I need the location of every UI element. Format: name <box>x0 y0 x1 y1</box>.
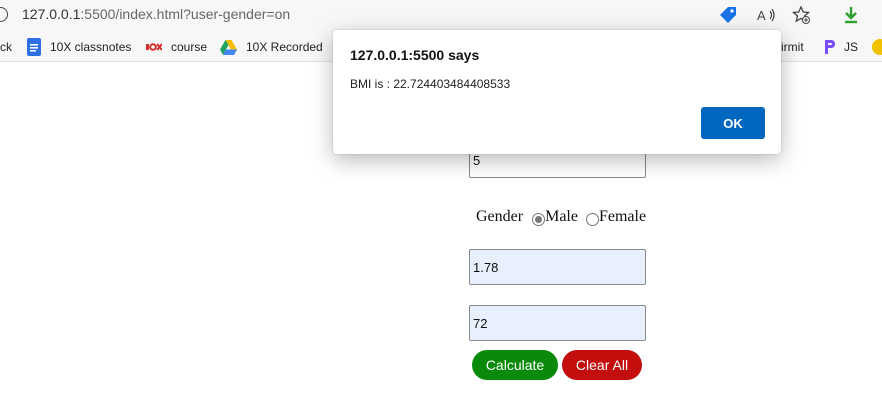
dialog-message: BMI is : 22.724403484408533 <box>350 77 511 91</box>
download-icon[interactable] <box>840 4 862 26</box>
male-radio[interactable] <box>532 213 546 226</box>
height-input[interactable] <box>469 249 646 285</box>
google-docs-icon <box>27 38 41 56</box>
bookmark-label: ck <box>0 40 12 54</box>
ok-button[interactable]: OK <box>701 107 765 139</box>
alert-dialog: 127.0.0.1:5500 says BMI is : 22.72440348… <box>333 30 781 154</box>
bookmark-label: irmit <box>781 40 804 54</box>
calculate-button[interactable]: Calculate <box>472 350 558 380</box>
address-bar: 127.0.0.1:5500/index.html?user-gender=on… <box>0 0 882 30</box>
bookmark-truncated-left[interactable]: ck <box>0 38 12 56</box>
js-icon <box>823 39 835 55</box>
course-logo-icon <box>146 42 162 52</box>
bookmark-10x-classnotes[interactable]: 10X classnotes <box>27 38 131 56</box>
male-label: Male <box>545 208 578 225</box>
bookmark-course[interactable]: course <box>146 38 207 56</box>
bookmark-label: course <box>171 40 208 54</box>
bookmark-js[interactable]: JS <box>823 38 858 56</box>
bookmark-label: 10X Recorded <box>246 40 323 54</box>
dialog-title: 127.0.0.1:5500 says <box>350 47 480 63</box>
gender-group: Gender Male Female <box>476 208 646 232</box>
female-label: Female <box>598 208 647 225</box>
female-radio[interactable] <box>585 213 599 226</box>
url-field[interactable]: 127.0.0.1:5500/index.html?user-gender=on <box>22 6 290 22</box>
svg-text:A: A <box>757 8 766 23</box>
bookmark-label: 10X classnotes <box>50 40 132 54</box>
favorite-star-icon[interactable] <box>790 4 812 26</box>
bookmark-10x-recorded[interactable]: 10X Recorded <box>220 38 323 56</box>
gender-label: Gender <box>476 208 524 225</box>
bookmark-truncated-right[interactable]: irmit <box>781 38 804 56</box>
google-drive-icon <box>220 39 237 55</box>
tag-icon[interactable] <box>718 4 738 26</box>
weight-input[interactable] <box>469 305 646 341</box>
site-info-icon[interactable] <box>0 7 8 22</box>
profile-bookmark-icon[interactable] <box>872 39 882 55</box>
url-host: 127.0.0.1 <box>22 6 81 22</box>
url-path: :5500/index.html?user-gender=on <box>80 6 291 22</box>
bookmark-label: JS <box>844 40 859 54</box>
read-aloud-icon[interactable]: A <box>756 4 778 26</box>
clear-all-button[interactable]: Clear All <box>562 350 642 380</box>
